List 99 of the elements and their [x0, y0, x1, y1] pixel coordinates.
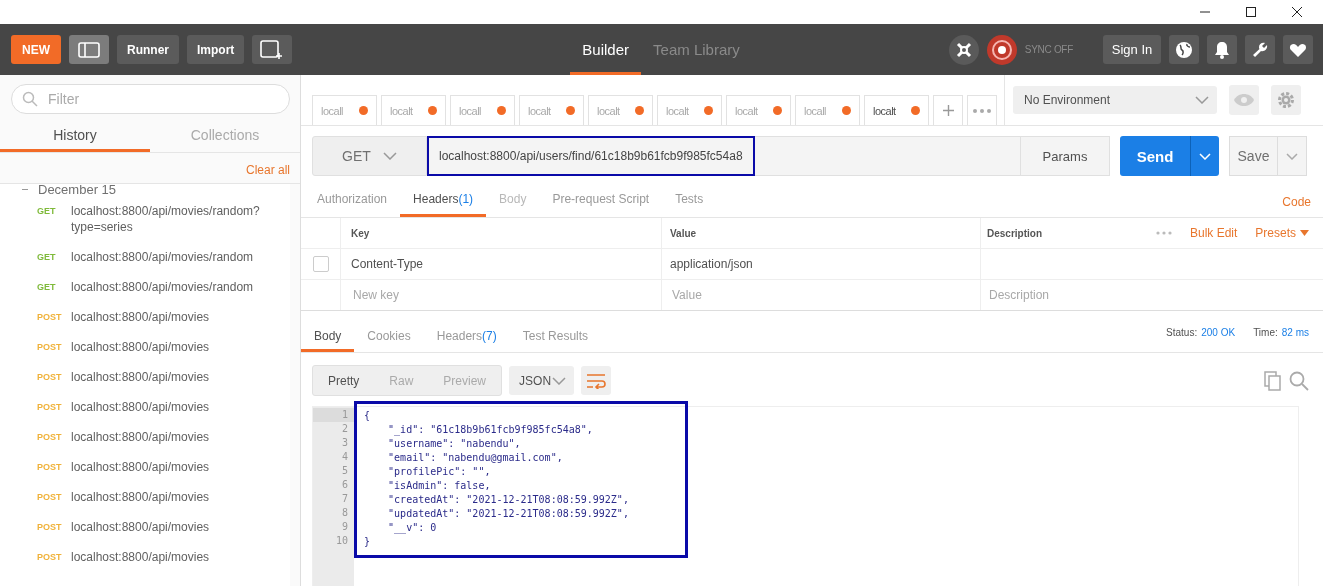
header-checkbox[interactable]	[312, 256, 329, 272]
nav-tab[interactable]: Builder	[570, 24, 642, 75]
search-icon	[22, 91, 38, 107]
line-number: 1	[313, 408, 354, 422]
more-icon	[973, 108, 991, 113]
runner-button[interactable]: Runner	[117, 35, 179, 64]
unsaved-dot-icon	[428, 106, 437, 115]
chevron-down-icon	[1199, 152, 1211, 160]
close-icon[interactable]	[1291, 6, 1303, 18]
gear-icon	[1276, 90, 1296, 110]
save-button[interactable]: Save	[1229, 136, 1278, 176]
url-field[interactable]: localhost:8800/api/users/find/61c18b9b61fcb9f985fc54a8	[427, 136, 755, 176]
params-button[interactable]: Params	[1020, 136, 1110, 176]
line-number: 10	[334, 534, 349, 548]
new-key-field[interactable]: New key	[351, 287, 661, 303]
history-item[interactable]: GET localhost:8800/api/movies/random	[0, 272, 290, 302]
column-header: Value	[662, 218, 981, 248]
chevron-down-icon	[552, 376, 567, 385]
environment-dropdown[interactable]: No Environment	[1013, 86, 1217, 114]
notifications-button[interactable]	[1207, 35, 1237, 64]
new-description-field[interactable]: Description	[987, 287, 1309, 303]
globe-icon	[1175, 40, 1193, 59]
time-value: 82 ms	[1281, 327, 1309, 338]
status-label: Status:	[1166, 327, 1198, 338]
new-tab-button[interactable]	[933, 95, 963, 125]
unsaved-dot-icon	[359, 106, 368, 115]
request-section-tab[interactable]: Headers(1)	[400, 192, 487, 217]
search-icon[interactable]	[1289, 370, 1309, 391]
sync-icon[interactable]	[986, 34, 1017, 65]
more-tabs-button[interactable]	[967, 95, 997, 125]
unsaved-dot-icon	[773, 106, 782, 115]
line-number: 5	[340, 464, 349, 478]
column-header: Key	[341, 218, 662, 248]
wrench-icon	[1251, 40, 1269, 59]
filter-field[interactable]: Filter	[11, 84, 290, 114]
history-item[interactable]: POST localhost:8800/api/movies	[0, 392, 290, 422]
line-number: 2	[340, 422, 349, 436]
wrap-lines-button[interactable]	[581, 366, 612, 395]
chevron-down-icon	[382, 152, 397, 160]
time-label: Time:	[1253, 327, 1278, 338]
history-item[interactable]: POST localhost:8800/api/movies	[0, 302, 290, 332]
line-number: 6	[340, 478, 349, 492]
sync-status: SYNC OFF	[1024, 44, 1073, 55]
favorite-button[interactable]	[1283, 35, 1313, 64]
unsaved-dot-icon	[566, 106, 575, 115]
more-icon[interactable]	[1155, 231, 1172, 235]
chevron-down-icon	[1286, 152, 1298, 160]
column-header: Description	[987, 227, 1042, 239]
send-button[interactable]: Send	[1120, 136, 1190, 176]
send-options-button[interactable]	[1190, 136, 1219, 176]
table-cell[interactable]: application/json	[662, 249, 981, 279]
request-tab[interactable]: localt	[864, 95, 929, 125]
history-item[interactable]: POST localhost:8800/api/movies	[0, 482, 290, 512]
manage-environments-button[interactable]	[1271, 85, 1301, 115]
add-window-icon	[260, 39, 285, 60]
view-mode-tab[interactable]: Pretty	[313, 373, 375, 388]
history-item[interactable]: GET localhost:8800/api/movies/random	[0, 242, 290, 272]
table-cell[interactable]: Content-Type	[341, 249, 662, 279]
history-date-heading: December 15	[38, 184, 117, 196]
line-number: 9	[340, 520, 349, 534]
globe-button[interactable]	[1169, 35, 1199, 64]
history-item[interactable]: POST localhost:8800/api/movies	[0, 452, 290, 482]
status-value: 200 OK	[1201, 327, 1236, 338]
unsaved-dot-icon	[842, 106, 851, 115]
new-window-button[interactable]	[252, 35, 293, 64]
maximize-icon[interactable]	[1245, 6, 1257, 18]
triangle-down-icon	[1300, 230, 1309, 236]
plus-icon	[942, 105, 954, 116]
response-body: { "_id": "61c18b9b61fcb9f985fc54a8", "username": "nabendu", "email": "nabendu@gmail.com", "profilePic": "", "isAdmin": false, "createdAt": "2021-12-21T08:08:59.992Z", "updatedAt": "2021-12-21T08:08:59.992Z", "__v": 0 }	[354, 401, 688, 558]
line-number: 7	[340, 492, 349, 506]
response-tab[interactable]: Body	[301, 329, 355, 352]
format-dropdown[interactable]: JSON	[509, 366, 575, 395]
sidebar-tab[interactable]: History	[0, 120, 150, 152]
settings-button[interactable]	[1245, 35, 1275, 64]
bell-icon	[1213, 40, 1231, 59]
history-item[interactable]: POST localhost:8800/api/movies	[0, 422, 290, 452]
sidebar-icon	[78, 41, 100, 58]
history-item[interactable]: POST localhost:8800/api/movies	[0, 362, 290, 392]
response-tab[interactable]: Headers(7)	[423, 329, 510, 352]
line-number: 3	[340, 436, 349, 450]
unsaved-dot-icon	[497, 106, 506, 115]
copy-icon[interactable]	[1264, 370, 1282, 391]
method-dropdown[interactable]: GET	[312, 136, 427, 176]
history-item[interactable]: GET localhost:8800/api/movies/random?type=series	[0, 196, 290, 242]
unsaved-dot-icon	[911, 106, 920, 115]
sidebar-toggle-button[interactable]	[69, 35, 109, 64]
sign-in-button[interactable]: Sign In	[1103, 35, 1161, 64]
eye-icon	[1233, 93, 1255, 107]
import-button[interactable]: Import	[187, 35, 245, 64]
line-number: 8	[340, 506, 349, 520]
line-number: 4	[340, 450, 349, 464]
wrap-icon	[586, 372, 607, 389]
unsaved-dot-icon	[635, 106, 644, 115]
history-item[interactable]: POST localhost:8800/api/movies	[0, 542, 290, 572]
chevron-down-icon	[1195, 96, 1209, 104]
history-item[interactable]: POST localhost:8800/api/movies	[0, 332, 290, 362]
unsaved-dot-icon	[704, 106, 713, 115]
history-item[interactable]: POST localhost:8800/api/movies	[0, 512, 290, 542]
new-value-field[interactable]: Value	[670, 287, 980, 303]
